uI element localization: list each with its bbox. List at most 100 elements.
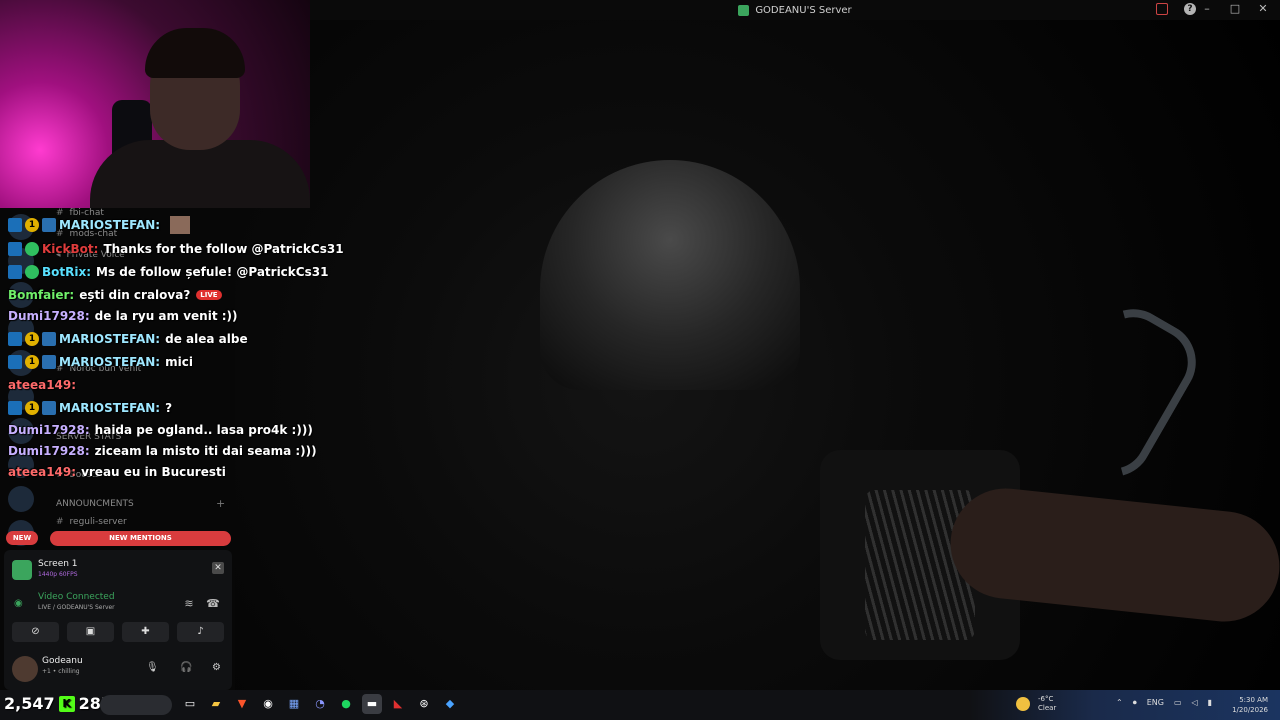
chat-text: de la ryu am venit :)) [94, 309, 238, 323]
maximize-icon[interactable]: □ [1228, 2, 1242, 16]
taskbar-apps: ▭ ▰ ▼ ◉ ▦ ◔ ● ▬ ◣ ⊛ ◆ [180, 694, 460, 714]
chat-message: KickBot: Thanks for the follow @PatrickCs… [8, 240, 344, 258]
cam-badge-icon [42, 332, 56, 346]
screen: GODEANU'S Server ? – □ ✕ # fbi-chat # mo… [0, 0, 1280, 720]
chat-username[interactable]: MARIOSTEFAN: [59, 355, 160, 369]
chat-text: ? [165, 401, 173, 415]
clock[interactable]: 5:30 AM 1/20/2026 [1232, 695, 1268, 715]
cam-badge-icon [42, 218, 56, 232]
stop-stream-icon[interactable]: ✕ [212, 562, 224, 574]
screen-share-row[interactable]: Screen 1 1440p 60FPS ✕ [12, 558, 224, 584]
new-mentions-bar[interactable]: NEW MENTIONS [50, 531, 231, 546]
screen-quality: 1440p 60FPS [38, 571, 78, 578]
window-controls: – □ ✕ [1200, 2, 1270, 16]
chat-username[interactable]: MARIOSTEFAN: [59, 218, 160, 232]
headphones [1035, 294, 1211, 492]
moon-icon [1016, 697, 1030, 711]
spotify-icon[interactable]: ● [336, 694, 356, 714]
chat-text: ziceam la misto iti dai seama :))) [94, 444, 317, 458]
settings-icon[interactable]: ⚙ [212, 662, 221, 673]
sword-badge-icon [8, 218, 22, 232]
chat-username[interactable]: KickBot: [42, 242, 98, 256]
emote-image [170, 216, 191, 234]
network-icon[interactable]: ▭ [1174, 698, 1182, 708]
chat-message: Dumi17928: ziceam la misto iti dai seama … [8, 442, 317, 460]
screen-share-button[interactable]: ▣ [67, 622, 114, 642]
sword-badge-icon [8, 355, 22, 369]
obs-icon[interactable]: ◉ [258, 694, 278, 714]
store-icon[interactable]: ▦ [284, 694, 304, 714]
chat-username[interactable]: MARIOSTEFAN: [59, 401, 160, 415]
bluetooth-app-icon[interactable]: ◆ [440, 694, 460, 714]
channel-item[interactable]: # reguli-server [56, 517, 127, 527]
sword-badge-icon [8, 265, 22, 279]
screen-share-video[interactable] [310, 20, 1280, 690]
minimize-icon[interactable]: – [1200, 2, 1214, 16]
hash-icon: # [56, 517, 64, 527]
chat-message: 1 MARIOSTEFAN:? [8, 399, 172, 417]
noise-suppression-icon[interactable]: ≋ [182, 597, 196, 611]
discord-icon[interactable]: ◔ [310, 694, 330, 714]
tray-icons: ⌃ ⏺ ENG ▭ ◁ ▮ [1116, 698, 1212, 708]
chat-username[interactable]: ateea149: [8, 465, 76, 479]
microphone-tray-icon[interactable]: ⏺ [1133, 698, 1137, 708]
steam-icon[interactable]: ⊛ [414, 694, 434, 714]
signal-icon: ◉ [14, 598, 23, 609]
voice-panel: Screen 1 1440p 60FPS ✕ ◉ Video Connected… [4, 550, 232, 690]
activities-button[interactable]: ✚ [122, 622, 169, 642]
language-indicator[interactable]: ENG [1147, 698, 1164, 708]
chat-message: Bomfaier: ești din cralova? LIVE [8, 286, 222, 304]
chat-message: BotRix: Ms de follow șefule! @PatrickCs31 [8, 263, 328, 281]
chat-text: mici [165, 355, 193, 369]
window-titlebar: GODEANU'S Server ? – □ ✕ [310, 0, 1280, 20]
time: 5:30 AM [1239, 696, 1268, 704]
inbox-icon[interactable] [1156, 3, 1168, 15]
chat-message: 1 MARIOSTEFAN: [8, 216, 191, 234]
chat-username[interactable]: Dumi17928: [8, 309, 90, 323]
soundboard-button[interactable]: ♪ [177, 622, 224, 642]
sword-badge-icon [8, 401, 22, 415]
voice-connection-row: ◉ Video Connected LIVE / GODEANU'S Serve… [12, 592, 224, 616]
add-channel-icon[interactable]: + [216, 497, 225, 510]
help-icon[interactable]: ? [1184, 3, 1196, 15]
taskbar-search[interactable] [100, 695, 172, 715]
chat-text: ești din cralova? [79, 288, 191, 302]
game-launcher-icon[interactable]: ▬ [362, 694, 382, 714]
headset-icon[interactable]: 🎧 [180, 662, 192, 673]
taskbar: 2,547 K 285 ▭ ▰ ▼ ◉ ▦ ◔ ● ▬ ◣ ⊛ ◆ -6°C C… [0, 690, 1280, 720]
chat-message: 1 MARIOSTEFAN: mici [8, 353, 193, 371]
battery-icon[interactable]: ▮ [1208, 698, 1212, 708]
cam-badge-icon [42, 401, 56, 415]
webcam-overlay [0, 0, 310, 208]
chat-message: Dumi17928: de la ryu am venit :)) [8, 307, 238, 325]
task-view-icon[interactable]: ▭ [180, 694, 200, 714]
chat-message: Dumi17928: haida pe ogland.. lasa pro4k :… [8, 421, 313, 439]
chat-username[interactable]: Dumi17928: [8, 423, 90, 437]
weather-widget[interactable]: -6°C Clear [1016, 695, 1056, 713]
chat-username[interactable]: ateea149: [8, 378, 76, 392]
volume-icon[interactable]: ◁ [1192, 698, 1198, 708]
mic-icon[interactable]: 🎙 [146, 662, 159, 673]
chat-text: Ms de follow șefule! @PatrickCs31 [96, 265, 329, 279]
server-icon[interactable] [8, 486, 34, 512]
channel-category[interactable]: ANNOUNCMENTS [56, 499, 134, 509]
disconnect-icon[interactable]: ☎ [206, 597, 220, 611]
chevron-up-icon[interactable]: ⌃ [1116, 698, 1123, 708]
chat-username[interactable]: Dumi17928: [8, 444, 90, 458]
weather-text: -6°C Clear [1038, 695, 1056, 713]
close-icon[interactable]: ✕ [1256, 2, 1270, 16]
avatar[interactable] [12, 656, 38, 682]
brave-browser-icon[interactable]: ▼ [232, 694, 252, 714]
chat-username[interactable]: Bomfaier: [8, 288, 74, 302]
gold-badge-icon: 1 [25, 332, 39, 346]
chat-username[interactable]: BotRix: [42, 265, 91, 279]
voice-detail[interactable]: LIVE / GODEANU'S Server [38, 604, 115, 611]
viewer-counter: 2,547 K 285 [4, 694, 112, 713]
file-explorer-icon[interactable]: ▰ [206, 694, 226, 714]
new-badge[interactable]: NEW [6, 531, 38, 545]
camera-button[interactable]: ⊘ [12, 622, 59, 642]
capcut-icon[interactable]: ◣ [388, 694, 408, 714]
chat-text: de alea albe [165, 332, 248, 346]
live-tag: LIVE [196, 290, 222, 300]
chat-username[interactable]: MARIOSTEFAN: [59, 332, 160, 346]
